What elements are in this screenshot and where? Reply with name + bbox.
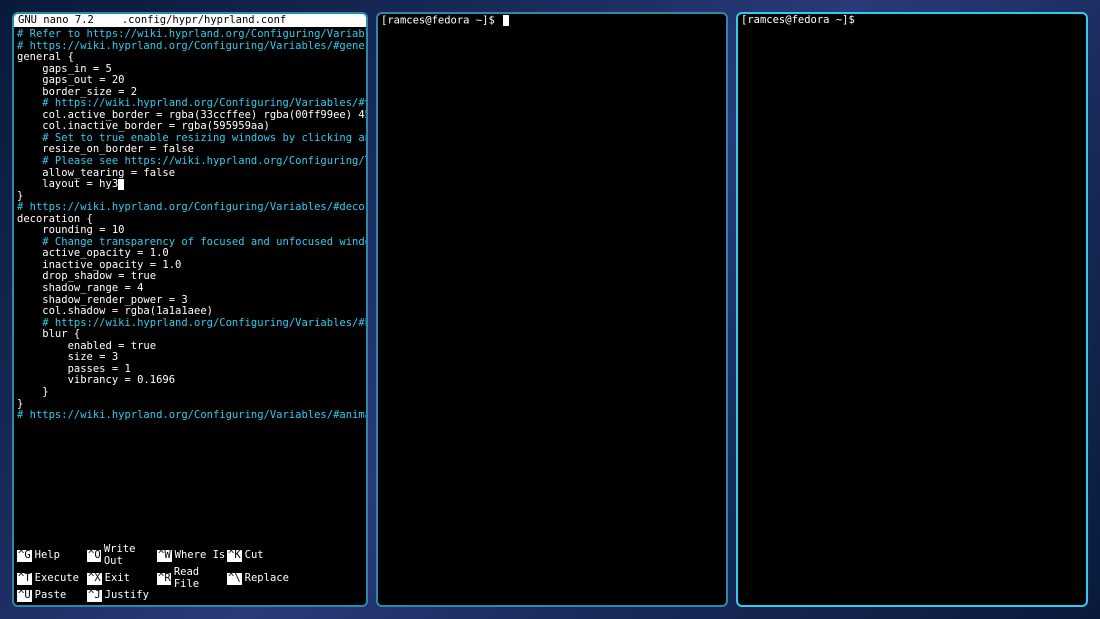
shortcut-key: ^\ <box>227 573 242 585</box>
editor-line[interactable]: # Please see https://wiki.hyprland.org/C… <box>17 156 363 168</box>
shortcut-label: Write Out <box>104 544 157 567</box>
shortcut-key: ^O <box>87 550 101 562</box>
nano-shortcut: ^UPaste <box>17 590 87 602</box>
editor-line[interactable]: # https://wiki.hyprland.org/Configuring/… <box>17 410 363 422</box>
nano-shortcut: ^WWhere Is <box>157 544 227 567</box>
shortcut-key: ^U <box>17 590 32 602</box>
shortcut-label: Cut <box>245 550 264 562</box>
nano-shortcut: ^KCut <box>227 544 297 567</box>
editor-line[interactable]: vibrancy = 0.1696 <box>17 375 363 387</box>
shortcut-key: ^X <box>87 573 102 585</box>
shortcut-key: ^K <box>227 550 242 562</box>
shortcut-label: Justify <box>105 590 149 602</box>
nano-shortcut: ^GHelp <box>17 544 87 567</box>
shortcut-label: Exit <box>105 573 130 585</box>
terminal-prompt[interactable]: [ramces@fedora ~]$ <box>378 14 726 28</box>
prompt-text: [ramces@fedora ~]$ <box>381 15 501 27</box>
editor-line[interactable]: # Refer to https://wiki.hyprland.org/Con… <box>17 29 363 41</box>
shortcut-key: ^T <box>17 573 32 585</box>
shortcut-label: Read File <box>174 567 227 590</box>
editor-line[interactable]: general { <box>17 52 363 64</box>
shortcut-label: Paste <box>35 590 67 602</box>
nano-titlebar: GNU nano 7.2 .config/hypr/hyprland.conf <box>14 14 366 27</box>
shortcut-key: ^J <box>87 590 102 602</box>
nano-shortcut: ^\Replace <box>227 567 297 590</box>
editor-line[interactable]: shadow_range = 4 <box>17 283 363 295</box>
editor-line[interactable]: gaps_out = 20 <box>17 75 363 87</box>
shortcut-label: Execute <box>35 573 79 585</box>
cursor-icon <box>503 15 509 26</box>
editor-line[interactable]: col.shadow = rgba(1a1a1aee) <box>17 306 363 318</box>
nano-filename: .config/hypr/hyprland.conf <box>122 15 286 27</box>
nano-app-name: GNU nano 7.2 <box>18 15 94 27</box>
shortcut-key: ^W <box>157 550 172 562</box>
terminal-window-2[interactable]: [ramces@fedora ~]$ <box>736 12 1088 607</box>
terminal-prompt[interactable]: [ramces@fedora ~]$ <box>738 14 1086 28</box>
desktop: GNU nano 7.2 .config/hypr/hyprland.conf … <box>0 0 1100 619</box>
nano-shortcut-bar: ^GHelp^OWrite Out^WWhere Is^KCut^TExecut… <box>14 543 366 605</box>
editor-line[interactable]: layout = hy3 <box>17 179 363 191</box>
nano-shortcut: ^OWrite Out <box>87 544 157 567</box>
nano-shortcut: ^TExecute <box>17 567 87 590</box>
editor-window[interactable]: GNU nano 7.2 .config/hypr/hyprland.conf … <box>12 12 368 607</box>
nano-shortcut: ^JJustify <box>87 590 157 602</box>
nano-shortcut: ^XExit <box>87 567 157 590</box>
shortcut-label: Where Is <box>175 550 226 562</box>
prompt-text: [ramces@fedora ~]$ <box>741 14 855 26</box>
shortcut-label: Help <box>35 550 60 562</box>
shortcut-key: ^R <box>157 573 171 585</box>
shortcut-label: Replace <box>245 573 289 585</box>
editor-line[interactable]: } <box>17 387 363 399</box>
shortcut-key: ^G <box>17 550 32 562</box>
nano-shortcut: ^RRead File <box>157 567 227 590</box>
terminal-window-1[interactable]: [ramces@fedora ~]$ <box>376 12 728 607</box>
nano-editor-body[interactable]: # Refer to https://wiki.hyprland.org/Con… <box>14 27 366 543</box>
text-cursor-icon <box>118 179 124 190</box>
